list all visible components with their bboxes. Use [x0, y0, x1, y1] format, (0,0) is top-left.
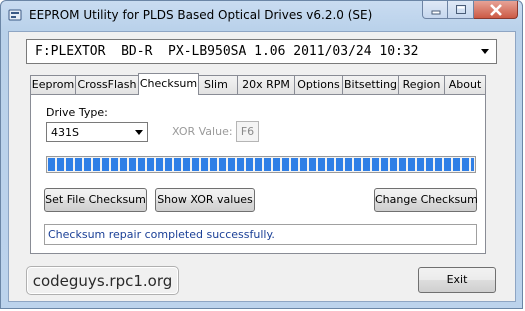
caption-buttons — [422, 1, 518, 20]
minimize-button[interactable] — [422, 1, 448, 19]
maximize-button[interactable] — [448, 1, 474, 19]
tab-eeprom[interactable]: Eeprom — [30, 75, 76, 94]
tab-region[interactable]: Region — [398, 75, 445, 94]
tab-options[interactable]: Options — [294, 75, 343, 94]
drive-type-value: 431S — [51, 126, 79, 139]
tab-checksum[interactable]: Checksum — [138, 73, 199, 95]
xor-value-field: F6 — [236, 121, 259, 142]
window-title: EEPROM Utility for PLDS Based Optical Dr… — [29, 8, 373, 22]
close-button[interactable] — [474, 1, 518, 19]
tab-about[interactable]: About — [444, 75, 486, 94]
drive-type-label: Drive Type: — [46, 106, 108, 119]
app-icon — [8, 8, 22, 22]
set-file-checksum-button[interactable]: Set File Checksum — [44, 188, 147, 212]
tab-crossflash[interactable]: CrossFlash — [75, 75, 139, 94]
chevron-down-icon[interactable] — [131, 123, 146, 141]
website-link[interactable]: codeguys.rpc1.org — [26, 266, 179, 295]
checksum-progress-bar — [46, 156, 476, 173]
drive-select-value: F:PLEXTOR BD-R PX-LB950SA 1.06 2011/03/2… — [35, 44, 419, 59]
tab-bitsetting[interactable]: Bitsetting — [342, 75, 399, 94]
show-xor-values-button[interactable]: Show XOR values — [155, 188, 255, 212]
change-checksum-button[interactable]: Change Checksum — [374, 188, 478, 212]
status-message: Checksum repair completed successfully. — [44, 224, 477, 245]
maximize-icon — [456, 5, 466, 14]
close-icon — [490, 4, 502, 16]
minimize-icon — [431, 10, 441, 15]
drive-select[interactable]: F:PLEXTOR BD-R PX-LB950SA 1.06 2011/03/2… — [26, 39, 497, 64]
tab-20x-rpm[interactable]: 20x RPM — [237, 75, 295, 94]
website-link-text: codeguys.rpc1.org — [32, 272, 173, 290]
progress-fill — [48, 158, 474, 171]
exit-button[interactable]: Exit — [418, 267, 496, 293]
tab-slim[interactable]: Slim — [198, 75, 238, 94]
title-bar[interactable]: EEPROM Utility for PLDS Based Optical Dr… — [1, 1, 524, 31]
drive-type-select[interactable]: 431S — [46, 122, 148, 142]
chevron-down-icon[interactable] — [477, 40, 493, 63]
xor-value-label: XOR Value: — [172, 125, 233, 138]
